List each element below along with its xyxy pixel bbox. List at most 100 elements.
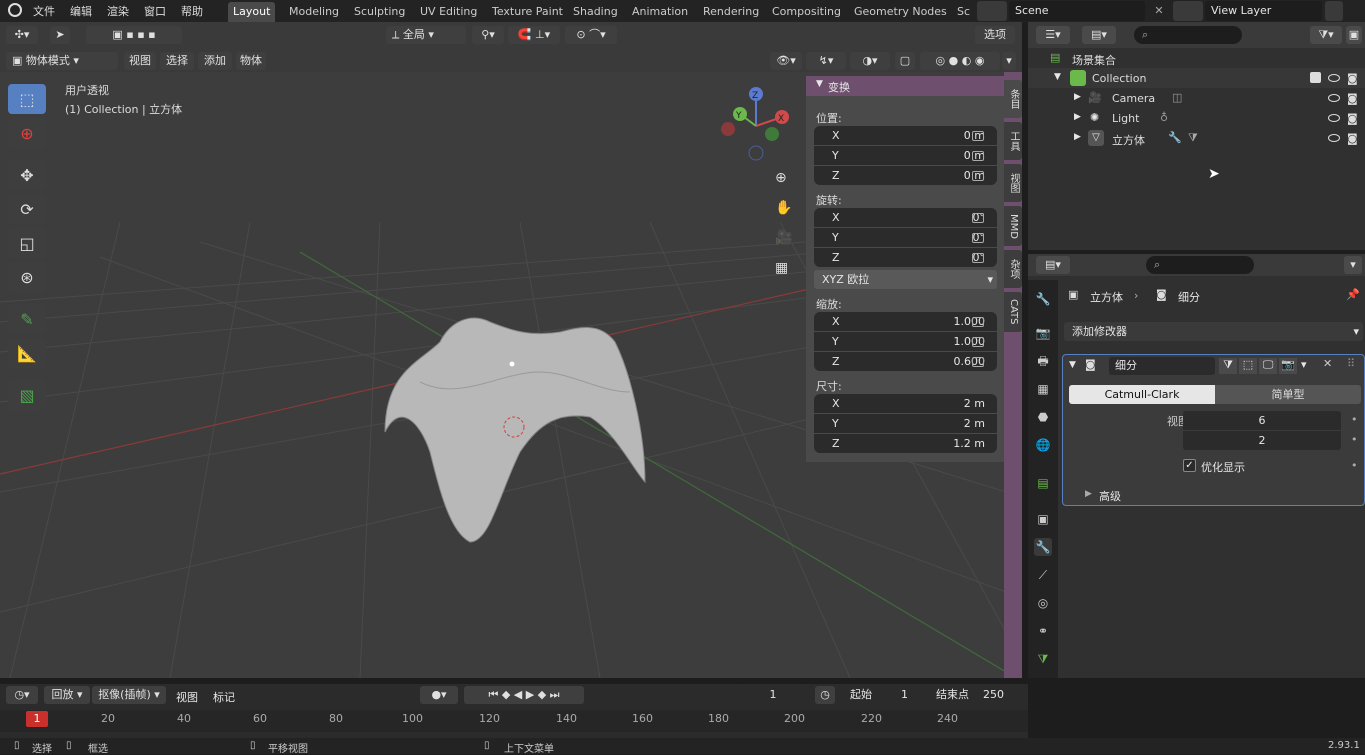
navigation-gizmo[interactable]: Z X Y xyxy=(716,86,796,166)
lock-icon[interactable] xyxy=(972,357,984,367)
scene-name-field[interactable]: Scene xyxy=(1009,1,1145,21)
snap-button[interactable]: 🧲 ⊥▾ xyxy=(508,26,560,44)
eye-icon[interactable] xyxy=(1328,74,1340,82)
lock-icon[interactable] xyxy=(972,151,984,161)
camera-render-icon[interactable]: ◙ xyxy=(1347,92,1358,105)
location-z-field[interactable]: Z0 m xyxy=(814,166,997,185)
camera-render-icon[interactable]: ◙ xyxy=(1347,112,1358,125)
menu-edit[interactable]: 编辑 xyxy=(70,3,92,19)
end-frame-field[interactable]: 结束点 250 xyxy=(924,686,1016,704)
edit-mode-icon[interactable]: ⧩ xyxy=(1219,358,1237,374)
tab-view[interactable]: 视图 xyxy=(1004,164,1022,202)
eye-icon[interactable] xyxy=(1328,114,1340,122)
tab-compositing[interactable]: Compositing xyxy=(767,2,846,22)
timeline-marker-menu[interactable]: 标记 xyxy=(213,689,235,705)
close-icon[interactable]: ✕ xyxy=(1323,357,1332,370)
editor-type-button[interactable]: ▤▾ xyxy=(1036,256,1070,274)
add-cube-tool[interactable]: ▧ xyxy=(8,380,46,410)
measure-tool[interactable]: 📐 xyxy=(8,338,46,368)
render-camera-icon[interactable]: 📷 xyxy=(1279,358,1297,374)
chevron-down-icon[interactable]: ▾ xyxy=(1301,358,1307,371)
add-modifier-dropdown[interactable]: 添加修改器 ▾ xyxy=(1064,322,1363,341)
dimensions-x-field[interactable]: X2 m xyxy=(814,394,997,413)
tab-shading[interactable]: Shading xyxy=(568,2,623,22)
eye-icon[interactable] xyxy=(1328,134,1340,142)
lock-icon[interactable] xyxy=(972,171,984,181)
annotate-tool[interactable]: ✎ xyxy=(8,304,46,334)
blender-logo-icon[interactable] xyxy=(8,3,22,17)
start-frame-field[interactable]: 起始 1 xyxy=(838,686,920,704)
rotation-z-field[interactable]: Z 0° xyxy=(814,248,997,267)
tab-mmd[interactable]: MMD xyxy=(1004,206,1022,246)
shading-dropdown[interactable]: ▾ xyxy=(1002,52,1016,70)
timeline-view-menu[interactable]: 视图 xyxy=(176,689,198,705)
view-layer-icon[interactable]: ▦ xyxy=(1034,380,1052,398)
properties-search-input[interactable]: ⌕ xyxy=(1146,256,1254,274)
menu-help[interactable]: 帮助 xyxy=(181,3,203,19)
shading-mode-buttons[interactable]: ◎ ● ◐ ◉ xyxy=(920,52,1000,70)
dimensions-y-field[interactable]: Y2 m xyxy=(814,414,997,433)
location-x-field[interactable]: X0 m xyxy=(814,126,997,145)
tab-modeling[interactable]: Modeling xyxy=(284,2,344,22)
gizmo-button[interactable]: ↯▾ xyxy=(806,52,846,70)
filter-button[interactable]: ⧩▾ xyxy=(1310,26,1342,44)
scale-tool[interactable]: ◱ xyxy=(8,228,46,258)
hand-pan-icon[interactable]: ✋ xyxy=(775,200,792,216)
current-frame-field[interactable]: 1 xyxy=(736,686,810,704)
transform-orientation-dropdown[interactable]: ⟂ 全局 ▾ xyxy=(386,26,466,44)
modifier-name-field[interactable]: 细分 xyxy=(1109,357,1215,375)
move-tool[interactable]: ✥ xyxy=(8,160,46,190)
zoom-icon[interactable]: ⊕ xyxy=(775,170,787,186)
scene-icon[interactable]: ⬣ xyxy=(1034,408,1052,426)
selection-mode-buttons[interactable]: ▣ ▪ ▪ ▪ xyxy=(86,26,182,44)
editor-type-button[interactable]: ◷▾ xyxy=(6,686,38,704)
rotation-mode-dropdown[interactable]: XYZ 欧拉 ▾ xyxy=(814,270,997,289)
collection-icon[interactable]: ▤ xyxy=(1034,474,1052,492)
close-icon[interactable]: ✕ xyxy=(1150,1,1168,21)
drag-handle-icon[interactable]: ⠿ xyxy=(1347,357,1355,370)
menu-view[interactable]: 视图 xyxy=(124,52,156,70)
lock-icon[interactable] xyxy=(972,213,984,223)
rotation-y-field[interactable]: Y 0° xyxy=(814,228,997,247)
tab-rendering[interactable]: Rendering xyxy=(698,2,764,22)
lock-icon[interactable] xyxy=(972,233,984,243)
cursor-tool[interactable]: ⊕ xyxy=(8,118,46,148)
pin-icon[interactable]: 📌 xyxy=(1346,288,1360,301)
particles-icon[interactable]: ⟋ xyxy=(1034,566,1052,584)
copy-icon[interactable] xyxy=(1325,1,1343,21)
tab-tool[interactable]: 工具 xyxy=(1004,122,1022,160)
scale-y-field[interactable]: Y 1.000 xyxy=(814,332,997,351)
select-box-tool[interactable]: ⬚ xyxy=(8,84,46,114)
light-data-icon[interactable]: ♁ xyxy=(1160,111,1168,124)
auto-keying-button[interactable]: ●▾ xyxy=(420,686,458,704)
view-layer-name-field[interactable]: View Layer xyxy=(1205,1,1322,21)
outliner-row-collection[interactable]: ▼ Collection ◙ xyxy=(1028,68,1365,88)
grid-view-icon[interactable]: ▦ xyxy=(775,260,788,276)
wrench-icon[interactable]: 🔧 xyxy=(1168,131,1182,144)
transform-tool[interactable]: ⊛ xyxy=(8,262,46,292)
render-icon[interactable]: 📷 xyxy=(1034,324,1052,342)
tab-item[interactable]: 条目 xyxy=(1004,80,1022,118)
tab-misc[interactable]: 杂项 xyxy=(1004,250,1022,288)
checkbox-icon[interactable] xyxy=(1310,72,1321,83)
constraints-icon[interactable]: ⚭ xyxy=(1034,622,1052,640)
physics-icon[interactable]: ◎ xyxy=(1034,594,1052,612)
chevron-right-icon[interactable]: ▶ xyxy=(1074,92,1081,102)
overlay-button[interactable]: ◑▾ xyxy=(850,52,890,70)
mesh-data-icon[interactable]: ⧩ xyxy=(1188,131,1198,145)
options-dropdown[interactable]: 选项 xyxy=(975,26,1015,44)
simple-button[interactable]: 简单型 xyxy=(1215,385,1361,404)
lock-icon[interactable] xyxy=(972,337,984,347)
outliner-row-camera[interactable]: ▶ 🎥 Camera ◫ ◙ xyxy=(1028,88,1365,108)
display-mode-button[interactable]: ▤▾ xyxy=(1082,26,1116,44)
editor-type-button[interactable]: ✣▾ xyxy=(6,26,38,44)
camera-view-icon[interactable]: 🎥 xyxy=(775,230,792,246)
xray-button[interactable]: ▢ xyxy=(895,52,915,70)
playback-controls[interactable]: ⏮ ◆ ◀ ▶ ◆ ⏭ xyxy=(464,686,584,704)
chevron-right-icon[interactable]: ▶ xyxy=(1074,132,1081,142)
chevron-down-icon[interactable]: ▼ xyxy=(1069,360,1076,370)
lock-icon[interactable] xyxy=(972,131,984,141)
menu-render[interactable]: 渲染 xyxy=(107,3,129,19)
scale-z-field[interactable]: Z 0.600 xyxy=(814,352,997,371)
mode-dropdown[interactable]: ▣ 物体模式 ▾ xyxy=(6,52,118,70)
